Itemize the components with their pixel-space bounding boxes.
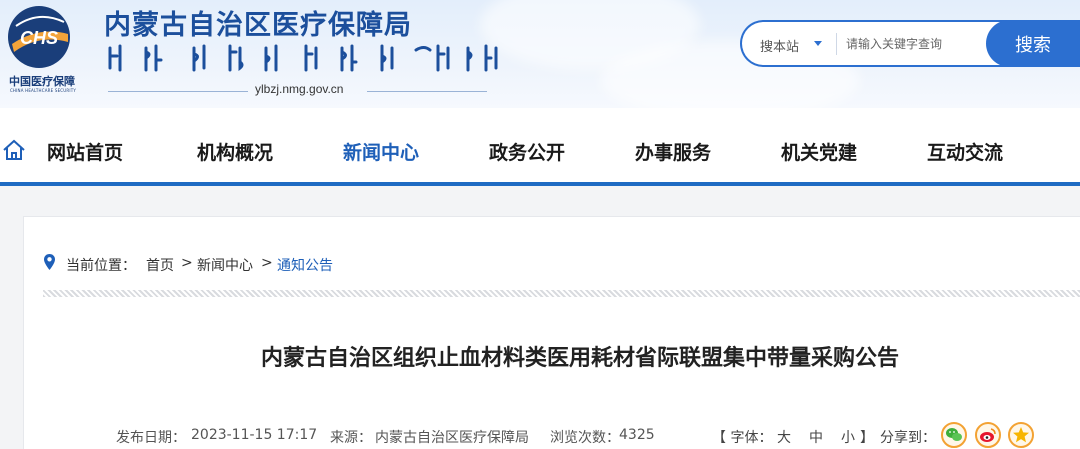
view-count-label: 浏览次数： bbox=[550, 430, 620, 446]
nav-item-organization[interactable]: 机构概况 bbox=[197, 138, 273, 165]
logo-mark: CHS bbox=[20, 28, 58, 48]
search-button[interactable]: 搜索 bbox=[986, 20, 1080, 67]
breadcrumb-news[interactable]: 新闻中心 bbox=[197, 255, 253, 275]
article-title: 内蒙古自治区组织止血材料类医用耗材省际联盟集中带量采购公告 bbox=[260, 346, 899, 371]
article-source: 内蒙古自治区医疗保障局 bbox=[375, 430, 529, 446]
breadcrumb-home[interactable]: 首页 bbox=[146, 255, 174, 275]
font-size-large[interactable]: 大 bbox=[777, 427, 791, 447]
chs-emblem-icon[interactable]: CHS bbox=[6, 4, 72, 70]
search-divider bbox=[836, 33, 837, 55]
publish-date-label: 发布日期： bbox=[116, 430, 186, 446]
domain-divider-right bbox=[367, 91, 487, 92]
nav-item-home[interactable]: 网站首页 bbox=[47, 138, 123, 165]
font-size-medium[interactable]: 中 bbox=[809, 427, 823, 447]
site-domain: ylbzj.nmg.gov.cn bbox=[255, 82, 344, 96]
breadcrumb-separator: > bbox=[181, 255, 193, 271]
source-label: 来源： bbox=[330, 430, 372, 446]
share-label: 分享到： bbox=[880, 430, 936, 446]
nav-item-government-affairs[interactable]: 政务公开 bbox=[489, 138, 565, 165]
font-size-label: 【 字体： bbox=[712, 430, 773, 446]
hatched-divider bbox=[43, 290, 1080, 297]
logo-chinese-text: 中国医疗保障 bbox=[9, 75, 75, 88]
site-title[interactable]: 内蒙古自治区医疗保障局 bbox=[104, 3, 412, 42]
search-scope-select[interactable]: 搜本站 bbox=[760, 36, 799, 55]
weibo-icon[interactable] bbox=[975, 422, 1001, 448]
nav-item-party-building[interactable]: 机关党建 bbox=[781, 138, 857, 165]
chevron-down-icon[interactable] bbox=[814, 41, 822, 46]
breadcrumb-separator: > bbox=[261, 255, 273, 271]
wechat-icon[interactable] bbox=[941, 422, 967, 448]
domain-divider-left bbox=[108, 91, 248, 92]
logo-english-text: CHINA HEALTHCARE SECURITY bbox=[9, 88, 77, 93]
font-size-bracket-close: 】 bbox=[860, 430, 874, 446]
nav-item-news[interactable]: 新闻中心 bbox=[343, 138, 419, 165]
font-size-small[interactable]: 小 bbox=[841, 427, 855, 447]
breadcrumb-prefix: 当前位置： bbox=[66, 258, 136, 274]
nav-item-services[interactable]: 办事服务 bbox=[635, 138, 711, 165]
publish-date: 2023-11-15 17:17 bbox=[191, 427, 318, 443]
nav-item-interaction[interactable]: 互动交流 bbox=[927, 138, 1003, 165]
search-input[interactable] bbox=[846, 30, 986, 58]
mongolian-script-title bbox=[108, 44, 498, 72]
breadcrumb-notices[interactable]: 通知公告 bbox=[277, 255, 333, 275]
main-nav: 网站首页 机构概况 新闻中心 政务公开 办事服务 机关党建 互动交流 bbox=[0, 108, 1080, 182]
home-icon[interactable] bbox=[2, 138, 26, 162]
qzone-icon[interactable] bbox=[1008, 422, 1034, 448]
article-panel bbox=[23, 216, 1080, 449]
location-pin-icon bbox=[44, 254, 55, 270]
view-count: 4325 bbox=[619, 427, 655, 443]
